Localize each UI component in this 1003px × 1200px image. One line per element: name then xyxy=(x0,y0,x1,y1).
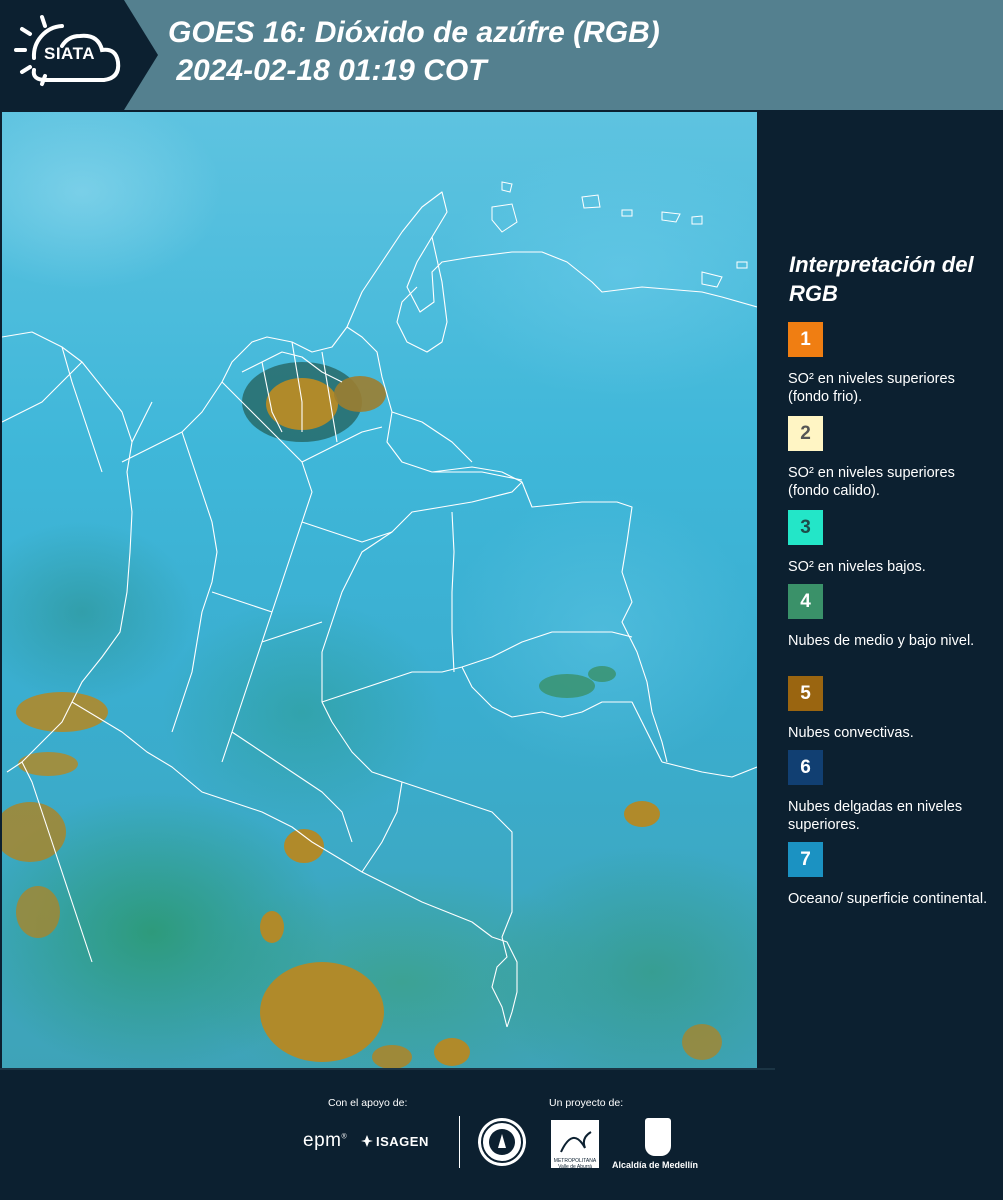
legend-title: Interpretación del RGB xyxy=(789,252,974,306)
convective-cloud xyxy=(682,1024,722,1060)
country-borders xyxy=(2,191,757,1028)
amva-logo-text: METROPOLITANA Valle de Aburrá xyxy=(553,1158,597,1170)
legend-item-5: 5 Nubes convectivas. xyxy=(788,676,993,742)
legend-swatch-1: 1 xyxy=(788,322,823,357)
legend-label-4: Nubes de medio y bajo nivel. xyxy=(788,633,975,649)
legend-item-7: 7 Oceano/ superficie continental. xyxy=(788,842,993,908)
footer-divider-line xyxy=(0,1068,775,1070)
seal-icon xyxy=(481,1121,523,1163)
mid-cloud xyxy=(539,674,595,698)
title-line-1: GOES 16: Dióxido de azúfre (RGB) xyxy=(168,16,660,49)
mid-cloud xyxy=(588,666,616,682)
legend-item-4: 4 Nubes de medio y bajo nivel. xyxy=(788,584,993,650)
islands xyxy=(491,181,748,288)
legend-label-1: SO² en niveles superiores (fondo frio). xyxy=(788,371,955,405)
convective-cloud xyxy=(16,886,60,938)
support-label: Con el apoyo de: xyxy=(328,1097,408,1109)
legend-label-7: Oceano/ superficie continental. xyxy=(788,891,988,907)
legend-label-6: Nubes delgadas en niveles superiores. xyxy=(788,799,963,833)
legend-swatch-3: 3 xyxy=(788,510,823,545)
legend-swatch-5: 5 xyxy=(788,676,823,711)
page-title: GOES 16: Dióxido de azúfre (RGB) 2024-02… xyxy=(168,14,660,90)
legend-label-5: Nubes convectivas. xyxy=(788,725,914,741)
project-label: Un proyecto de: xyxy=(549,1097,624,1109)
isagen-logo[interactable]: ISAGEN xyxy=(360,1134,429,1149)
legend-item-6: 6 Nubes delgadas en niveles superiores. xyxy=(788,750,993,834)
convective-cloud xyxy=(260,962,384,1062)
map-overlay xyxy=(2,181,757,1069)
epm-logo[interactable]: epm® xyxy=(303,1130,347,1152)
footer-vertical-divider xyxy=(459,1116,460,1168)
header-bar: SIATA GOES 16: Dióxido de azúfre (RGB) 2… xyxy=(0,0,1003,110)
convective-cloud xyxy=(434,1038,470,1066)
registered-mark: ® xyxy=(341,1133,348,1141)
legend-label-2: SO² en niveles superiores (fondo calido)… xyxy=(788,465,955,499)
alcaldia-logo-text: Alcaldía de Medellín xyxy=(612,1160,699,1170)
title-line-2: 2024-02-18 01:19 COT xyxy=(168,54,487,87)
isagen-star-icon xyxy=(361,1135,373,1147)
legend-item-2: 2 SO² en niveles superiores (fondo calid… xyxy=(788,416,993,500)
convective-cloud xyxy=(260,911,284,943)
legend-swatch-6: 6 xyxy=(788,750,823,785)
epm-logo-text: epm xyxy=(303,1130,342,1151)
isagen-logo-text: ISAGEN xyxy=(376,1134,429,1149)
cloud-patches xyxy=(2,362,722,1069)
medellin-seal-logo[interactable] xyxy=(478,1118,526,1166)
legend-swatch-4: 4 xyxy=(788,584,823,619)
satellite-map[interactable] xyxy=(2,112,757,1070)
convective-cloud xyxy=(624,801,660,827)
legend-item-1: 1 SO² en niveles superiores (fondo frio)… xyxy=(788,322,993,406)
legend-swatch-2: 2 xyxy=(788,416,823,451)
siata-logo-text: SIATA xyxy=(44,44,95,63)
convective-cloud xyxy=(2,802,66,862)
convective-cloud xyxy=(16,692,108,732)
legend-swatch-7: 7 xyxy=(788,842,823,877)
alcaldia-shield-icon[interactable] xyxy=(645,1118,671,1156)
legend-label-3: SO² en niveles bajos. xyxy=(788,559,926,575)
siata-logo[interactable]: SIATA xyxy=(0,0,158,110)
legend-item-3: 3 SO² en niveles bajos. xyxy=(788,510,993,576)
convective-cloud xyxy=(372,1045,412,1069)
